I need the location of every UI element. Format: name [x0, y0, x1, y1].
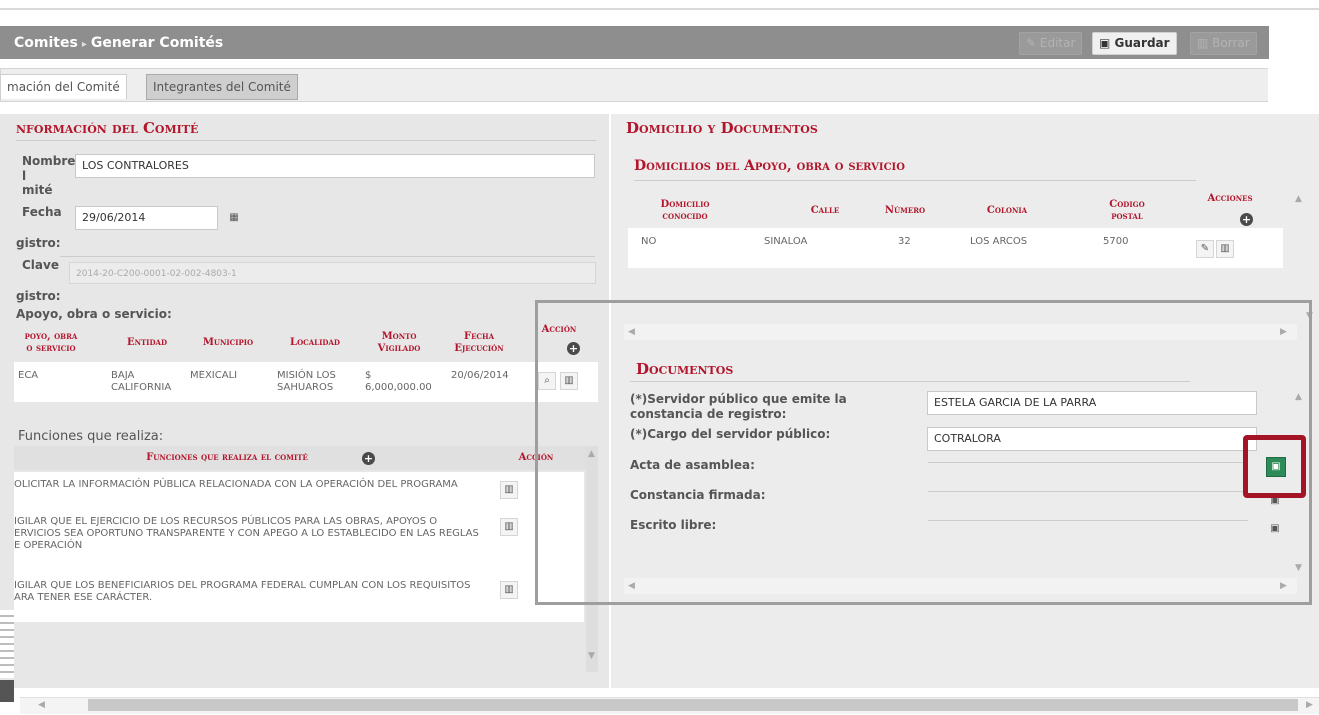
- name-label-line3: mité: [22, 183, 53, 197]
- save-icon: ▣: [1099, 36, 1111, 50]
- tab-integrantes[interactable]: Integrantes del Comité: [146, 74, 298, 100]
- scrollbar-thumb[interactable]: [88, 699, 1298, 711]
- th-colonia: Colonia: [986, 205, 1028, 216]
- list-item: OLICITAR LA INFORMACIÓN PÚBLICA RELACION…: [14, 479, 458, 490]
- divider: [634, 180, 1196, 181]
- save-label: Guardar: [1114, 36, 1170, 50]
- trash-icon[interactable]: ▥: [500, 481, 518, 499]
- resize-handle-icon[interactable]: [0, 610, 14, 678]
- th-domicilio-conocido: Domicilio conocido: [660, 199, 710, 222]
- pencil-icon: ✎: [1026, 36, 1037, 50]
- th-funciones: Funciones que realiza el comité: [146, 452, 308, 463]
- trash-icon: ▥: [1197, 36, 1209, 50]
- divider: [60, 256, 595, 257]
- committee-name-input[interactable]: LOS CONTRALORES: [75, 154, 595, 178]
- add-domicilio-icon[interactable]: +: [1240, 213, 1253, 226]
- scroll-left-icon[interactable]: ◀: [38, 700, 45, 710]
- pencil-icon[interactable]: ✎: [1196, 240, 1214, 258]
- info-section-title: nformación del Comité: [16, 119, 199, 137]
- upload-acta-save-icon[interactable]: ▣: [1266, 457, 1286, 477]
- cell-monto: $ 6,000,000.00: [365, 370, 432, 393]
- registro2-label: gistro:: [16, 289, 61, 303]
- apoyo-label: Apoyo, obra o servicio:: [16, 307, 172, 321]
- add-funcion-icon[interactable]: +: [362, 452, 375, 465]
- th-apoyo: poyo, obra o servicio: [24, 331, 78, 354]
- cell-fecha: 20/06/2014: [451, 370, 509, 381]
- breadcrumb: Comites ▸ Generar Comités: [14, 35, 223, 51]
- domicilio-section-title: Domicilio y Documentos: [626, 119, 818, 137]
- scroll-up-icon[interactable]: ▲: [1295, 194, 1302, 204]
- date-input[interactable]: 29/06/2014: [75, 206, 218, 230]
- registro-label: gistro:: [16, 236, 61, 250]
- name-label-line1: Nombre: [22, 154, 76, 168]
- cell-numero: 32: [898, 236, 911, 247]
- th-monto: Monto Vigilado: [377, 331, 421, 354]
- name-label-line2: l: [22, 169, 27, 183]
- cell-conocido: NO: [641, 236, 657, 247]
- breadcrumb-parent[interactable]: Comites: [14, 35, 78, 51]
- table-row: [628, 228, 1283, 268]
- cell-cp: 5700: [1103, 236, 1129, 247]
- th-municipio: Municipio: [202, 337, 254, 348]
- trash-icon[interactable]: ▥: [1216, 240, 1234, 258]
- cell-entidad: BAJA CALIFORNIA: [111, 370, 172, 393]
- delete-button[interactable]: ▥ Borrar: [1190, 32, 1257, 55]
- clave-input: 2014-20-C200-0001-02-002-4803-1: [69, 262, 596, 284]
- th-calle: Calle: [810, 205, 840, 216]
- breadcrumb-current: Generar Comités: [90, 35, 224, 51]
- cell-colonia: LOS ARCOS: [970, 236, 1028, 247]
- side-tab[interactable]: [0, 680, 14, 702]
- trash-icon[interactable]: ▥: [500, 581, 518, 599]
- list-item: IGILAR QUE LOS BENEFICIARIOS DEL PROGRAM…: [14, 580, 471, 603]
- th-numero: Número: [884, 205, 926, 216]
- funciones-label: Funciones que realiza:: [18, 429, 164, 444]
- cell-municipio: MEXICALI: [190, 370, 238, 381]
- calendar-icon[interactable]: ▦: [226, 210, 242, 226]
- th-localidad: Localidad: [290, 337, 340, 348]
- th-fecha: Fecha Ejecución: [454, 331, 504, 354]
- delete-label: Borrar: [1212, 36, 1250, 50]
- divider: [16, 140, 596, 141]
- cell-localidad: MISIÓN LOS SAHUAROS: [277, 370, 336, 393]
- list-item: IGILAR QUE EL EJERCICIO DE LOS RECURSOS …: [14, 516, 479, 551]
- edit-button[interactable]: ✎ Editar: [1019, 32, 1083, 55]
- breadcrumb-separator-icon: ▸: [81, 39, 87, 50]
- date-label: Fecha: [22, 205, 62, 219]
- th-entidad: Entidad: [126, 337, 168, 348]
- save-button[interactable]: ▣ Guardar: [1092, 32, 1177, 55]
- scroll-right-icon[interactable]: ▶: [1306, 700, 1313, 710]
- highlight-box: [535, 300, 1312, 605]
- clave-label: Clave: [22, 258, 59, 272]
- top-divider: [0, 8, 1319, 10]
- th-codigo-postal: Codigo postal: [1109, 199, 1145, 222]
- domicilio-subtitle: Domicilios del Apoyo, obra o servicio: [634, 158, 905, 174]
- scroll-down-icon[interactable]: ▼: [588, 651, 595, 661]
- edit-label: Editar: [1039, 36, 1076, 50]
- trash-icon[interactable]: ▥: [500, 518, 518, 536]
- cell-calle: SINALOA: [764, 236, 808, 247]
- th-acciones: Acciones: [1207, 193, 1253, 204]
- cell-apoyo: ECA: [18, 370, 39, 381]
- tab-informacion[interactable]: mación del Comité: [0, 74, 127, 99]
